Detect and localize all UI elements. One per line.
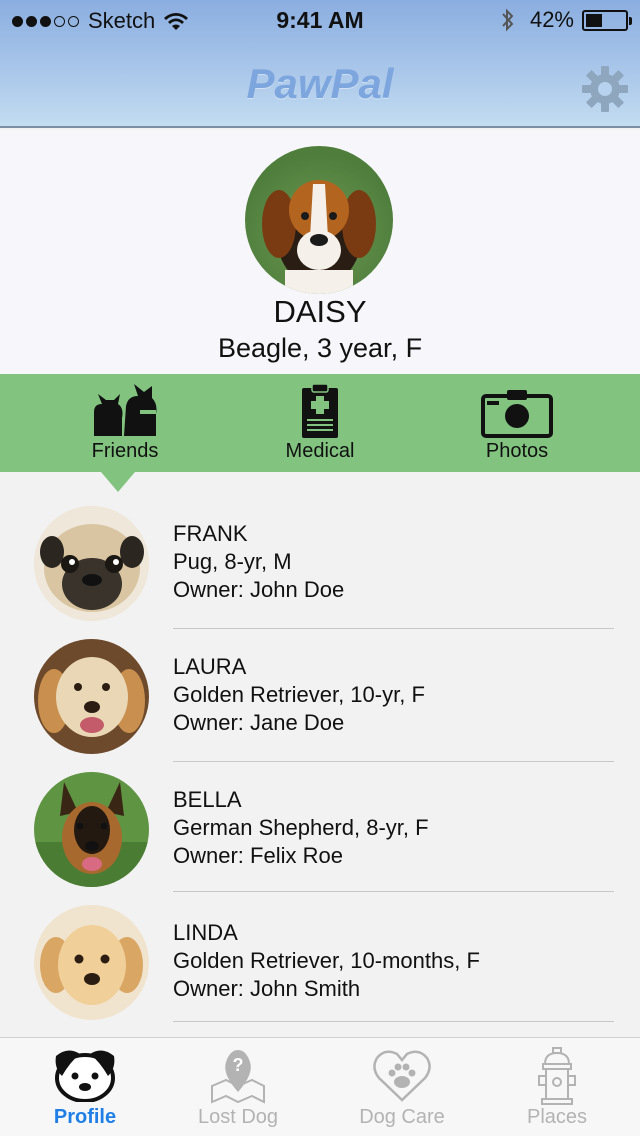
gear-icon[interactable]	[580, 64, 630, 114]
status-right: 42%	[500, 7, 632, 33]
friend-avatar	[34, 905, 149, 1020]
nav-dog-care[interactable]: Dog Care	[322, 1038, 482, 1136]
nav-label: Lost Dog	[197, 1106, 279, 1128]
friend-avatar	[34, 506, 149, 621]
battery-percent: 42%	[529, 7, 574, 32]
friend-info: FRANK Pug, 8-yr, M Owner: John Doe	[173, 520, 344, 604]
list-divider	[173, 1021, 614, 1022]
friend-name: LINDA	[173, 920, 238, 945]
nav-places[interactable]: Places	[477, 1038, 637, 1136]
friend-details: Golden Retriever, 10-yr, F	[173, 682, 425, 707]
list-item[interactable]: BELLA German Shepherd, 8-yr, F Owner: Fe…	[0, 758, 640, 892]
tab-medical[interactable]: Medical	[240, 374, 400, 472]
tab-photos[interactable]: Photos	[437, 374, 597, 472]
german-shepherd-photo	[34, 772, 149, 887]
friend-avatar	[34, 639, 149, 754]
fire-hydrant-icon	[538, 1047, 576, 1105]
clipboard-icon	[302, 383, 338, 438]
friend-owner: Owner: Jane Doe	[173, 710, 345, 735]
app-header: Sketch 9:41 AM 42% PawPal	[0, 0, 640, 128]
tab-friends[interactable]: Friends	[45, 374, 205, 472]
map-question-icon: ?	[211, 1050, 265, 1104]
friends-icon	[94, 384, 157, 436]
friend-info: LINDA Golden Retriever, 10-months, F Own…	[173, 919, 480, 1003]
friend-owner: Owner: John Smith	[173, 976, 361, 1001]
nav-label: Dog Care	[359, 1106, 445, 1128]
beagle-photo	[262, 180, 376, 294]
svg-text:?: ?	[233, 1055, 244, 1075]
friend-info: LAURA Golden Retriever, 10-yr, F Owner: …	[173, 653, 425, 737]
list-item[interactable]: FRANK Pug, 8-yr, M Owner: John Doe	[0, 492, 640, 629]
app-title: PawPal	[246, 60, 394, 107]
friend-owner: Owner: John Doe	[173, 577, 345, 602]
profile-tabs: Friends Medical Photos	[0, 374, 640, 472]
friend-name: BELLA	[173, 787, 242, 812]
friend-name: LAURA	[173, 654, 247, 679]
heart-paw-icon	[373, 1050, 431, 1102]
list-item[interactable]: LINDA Golden Retriever, 10-months, F Own…	[0, 891, 640, 1023]
golden-retriever-photo	[34, 639, 149, 754]
friend-avatar	[34, 772, 149, 887]
golden-puppy-photo	[34, 905, 149, 1020]
profile-name: DAISY	[273, 294, 367, 329]
tab-label: Friends	[91, 440, 159, 462]
friend-details: Golden Retriever, 10-months, F	[173, 948, 480, 973]
friend-info: BELLA German Shepherd, 8-yr, F Owner: Fe…	[173, 786, 429, 870]
friend-details: Pug, 8-yr, M	[173, 549, 292, 574]
pug-photo	[34, 506, 149, 621]
camera-icon	[481, 390, 553, 438]
nav-profile[interactable]: Profile	[5, 1038, 165, 1136]
nav-label: Places	[526, 1106, 588, 1128]
bottom-tab-bar: Profile ? Lost Dog Dog Care Places	[0, 1037, 640, 1136]
selected-tab-indicator	[101, 472, 135, 492]
dog-face-icon	[55, 1050, 115, 1102]
nav-lost-dog[interactable]: ? Lost Dog	[158, 1038, 318, 1136]
friend-details: German Shepherd, 8-yr, F	[173, 815, 429, 840]
friend-owner: Owner: Felix Roe	[173, 843, 343, 868]
tab-label: Medical	[285, 440, 355, 462]
battery-icon	[582, 9, 632, 31]
profile-card: DAISY Beagle, 3 year, F	[0, 130, 640, 374]
tab-label: Photos	[485, 440, 549, 462]
nav-label: Profile	[53, 1106, 117, 1128]
status-bar: Sketch 9:41 AM 42%	[0, 0, 640, 40]
profile-avatar[interactable]	[245, 146, 393, 294]
list-item[interactable]: LAURA Golden Retriever, 10-yr, F Owner: …	[0, 625, 640, 762]
profile-details: Beagle, 3 year, F	[217, 333, 423, 363]
battery-fill	[586, 13, 602, 27]
friend-name: FRANK	[173, 521, 248, 546]
bluetooth-icon	[502, 8, 514, 32]
